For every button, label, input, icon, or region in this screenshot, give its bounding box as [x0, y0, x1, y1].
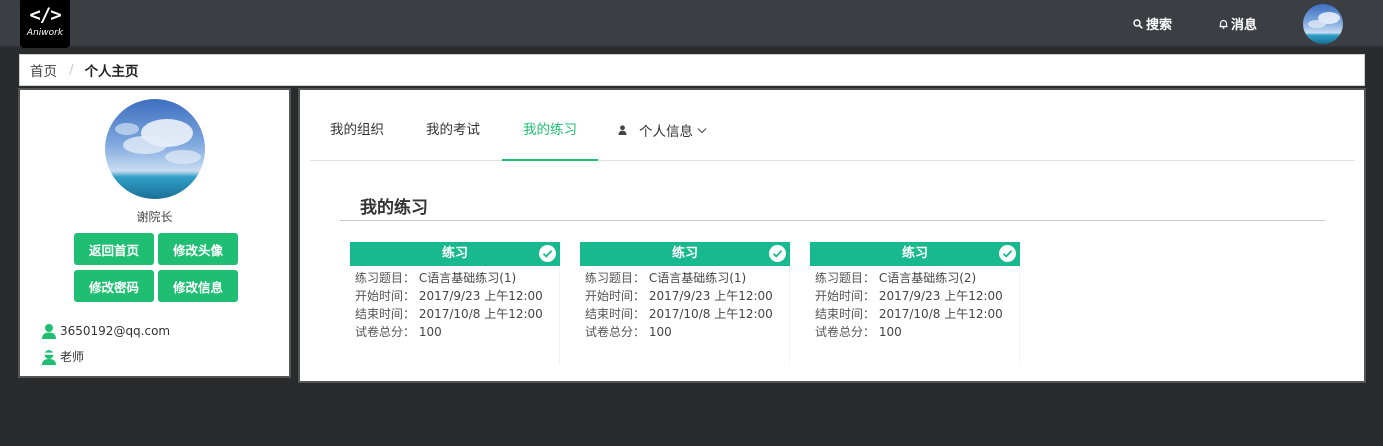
card-header-label: 练习: [671, 246, 698, 261]
tab-my-practice[interactable]: 我的练习: [502, 90, 598, 161]
check-icon: [539, 245, 556, 262]
check-icon: [999, 245, 1016, 262]
card-end-row: 结束时间： 2017/10/8 上午12:00: [585, 305, 789, 323]
profile-name: 谢院长: [136, 210, 173, 224]
card-header-label: 练习: [901, 246, 928, 261]
section-heading: 我的练习: [340, 192, 1325, 221]
card-body: 练习题目： C语言基础练习(1) 开始时间： 2017/9/23 上午12:00 结…: [350, 266, 560, 364]
card-end-label: 结束时间：: [815, 307, 876, 321]
card-start-label: 开始时间：: [355, 289, 416, 303]
card-title-label: 练习题目：: [355, 271, 416, 285]
card-score-label: 试卷总分：: [585, 325, 646, 339]
card-score-label: 试卷总分：: [815, 325, 876, 339]
card-start-row: 开始时间： 2017/9/23 上午12:00: [585, 287, 789, 305]
card-header-label: 练习: [441, 246, 468, 261]
card-title-label: 练习题目：: [585, 271, 646, 285]
profile-role-row: 老师: [41, 348, 84, 365]
check-icon: [769, 245, 786, 262]
tab-my-exams[interactable]: 我的考试: [426, 90, 480, 161]
user-avatar[interactable]: [1303, 4, 1343, 44]
change-password-button[interactable]: 修改密码: [74, 270, 154, 302]
card-score-value: 100: [878, 325, 902, 339]
card-score-value: 100: [418, 325, 442, 339]
card-start-label: 开始时间：: [585, 289, 646, 303]
user-icon: [42, 324, 56, 339]
card-end-value: 2017/10/8 上午12:00: [648, 307, 773, 321]
card-body: 练习题目： C语言基础练习(1) 开始时间： 2017/9/23 上午12:00 结…: [580, 266, 790, 364]
breadcrumb-home[interactable]: 首页: [30, 60, 57, 80]
breadcrumb-separator: /: [69, 62, 74, 78]
card-start-row: 开始时间： 2017/9/23 上午12:00: [355, 287, 559, 305]
practice-card[interactable]: 练习 练习题目： C语言基础练习(1) 开始时间： 2017/9/23 上午12:0…: [350, 242, 560, 364]
profile-role: 老师: [60, 350, 85, 364]
practice-card[interactable]: 练习 练习题目： C语言基础练习(1) 开始时间： 2017/9/23 上午12:0…: [580, 242, 790, 364]
chevron-down-icon: [697, 127, 707, 133]
card-title-label: 练习题目：: [815, 271, 876, 285]
card-start-value: 2017/9/23 上午12:00: [878, 289, 1003, 303]
nav-message-label: 消息: [1231, 18, 1258, 33]
profile-panel: 谢院长 返回首页 修改头像 修改密码 修改信息 3650192@qq.com 老…: [18, 88, 291, 378]
card-score-row: 试卷总分： 100: [815, 323, 1019, 341]
card-end-row: 结束时间： 2017/10/8 上午12:00: [355, 305, 559, 323]
card-title-value: C语言基础练习(1): [418, 271, 517, 285]
card-start-value: 2017/9/23 上午12:00: [418, 289, 543, 303]
profile-avatar: [105, 99, 205, 199]
back-home-button[interactable]: 返回首页: [74, 233, 154, 265]
card-start-value: 2017/9/23 上午12:00: [648, 289, 773, 303]
change-info-button[interactable]: 修改信息: [158, 270, 238, 302]
logo-wordmark: Aniwork: [26, 28, 64, 38]
card-header: 练习: [580, 242, 790, 266]
card-header: 练习: [810, 242, 1020, 266]
practice-card[interactable]: 练习 练习题目： C语言基础练习(2) 开始时间： 2017/9/23 上午12:0…: [810, 242, 1020, 364]
card-end-label: 结束时间：: [355, 307, 416, 321]
profile-email-row: 3650192@qq.com: [41, 323, 170, 339]
card-title-row: 练习题目： C语言基础练习(2): [815, 269, 1019, 287]
card-end-label: 结束时间：: [585, 307, 646, 321]
brand-logo[interactable]: </> Aniwork: [20, 0, 70, 48]
top-navbar: </> Aniwork 搜索 消息: [0, 0, 1383, 48]
card-body: 练习题目： C语言基础练习(2) 开始时间： 2017/9/23 上午12:00 结…: [810, 266, 1020, 364]
card-end-value: 2017/10/8 上午12:00: [878, 307, 1003, 321]
card-start-label: 开始时间：: [815, 289, 876, 303]
card-title-row: 练习题目： C语言基础练习(1): [355, 269, 559, 287]
nav-message-link[interactable]: 消息: [1219, 14, 1257, 33]
card-score-row: 试卷总分： 100: [585, 323, 789, 341]
card-end-value: 2017/10/8 上午12:00: [418, 307, 543, 321]
card-title-row: 练习题目： C语言基础练习(1): [585, 269, 789, 287]
card-header: 练习: [350, 242, 560, 266]
card-score-value: 100: [648, 325, 672, 339]
user-icon: [618, 125, 627, 135]
card-title-value: C语言基础练习(1): [648, 271, 747, 285]
breadcrumb: 首页 / 个人主页: [19, 54, 1365, 86]
tab-bar: 我的组织 我的考试 我的练习 个人信息: [310, 90, 1355, 161]
main-panel: 我的组织 我的考试 我的练习 个人信息 我的练习 练习练习题目： C语言基础练习…: [298, 88, 1366, 383]
card-start-row: 开始时间： 2017/9/23 上午12:00: [815, 287, 1019, 305]
nav-search-link[interactable]: 搜索: [1133, 14, 1172, 33]
search-icon: [1133, 18, 1143, 29]
breadcrumb-current: 个人主页: [84, 64, 139, 80]
card-title-value: C语言基础练习(2): [878, 271, 977, 285]
nav-search-label: 搜索: [1146, 18, 1173, 33]
tab-personal-label: 个人信息: [639, 124, 693, 140]
card-score-row: 试卷总分： 100: [355, 323, 559, 341]
profile-email: 3650192@qq.com: [60, 324, 171, 338]
section-title: 我的练习: [360, 198, 428, 218]
change-avatar-button[interactable]: 修改头像: [158, 233, 238, 265]
card-score-label: 试卷总分：: [355, 325, 416, 339]
bell-icon: [1219, 19, 1228, 29]
card-end-row: 结束时间： 2017/10/8 上午12:00: [815, 305, 1019, 323]
tab-personal-info[interactable]: 个人信息: [618, 90, 707, 161]
teacher-icon: [42, 349, 56, 365]
logo-glyph: </>: [29, 4, 61, 26]
tab-my-organization[interactable]: 我的组织: [330, 90, 384, 161]
